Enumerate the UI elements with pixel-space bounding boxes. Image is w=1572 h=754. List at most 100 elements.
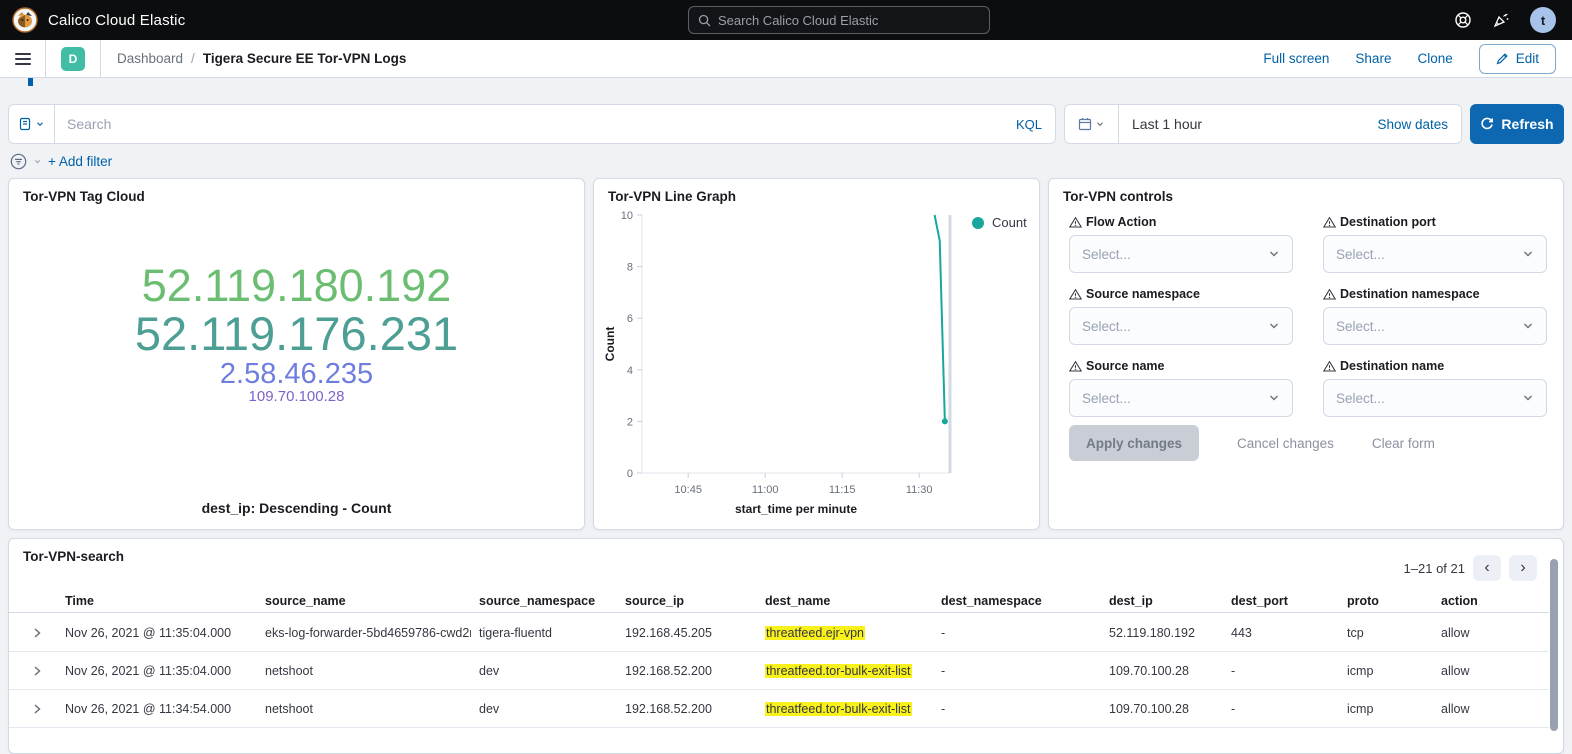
table-scrollbar[interactable] (1550, 559, 1558, 731)
prev-page-button[interactable]: ‹ (1473, 555, 1501, 581)
time-range-value[interactable]: Last 1 hour (1119, 116, 1377, 132)
top-app-bar: Calico Cloud Elastic t (0, 0, 1572, 40)
filter-icon[interactable] (10, 153, 27, 170)
clone-button[interactable]: Clone (1417, 51, 1452, 66)
svg-text:11:30: 11:30 (906, 484, 933, 496)
calico-logo-icon[interactable] (12, 7, 38, 33)
panel-title: Tor-VPN-search (23, 549, 124, 564)
column-header[interactable]: Time (57, 594, 257, 608)
divider (100, 40, 101, 78)
table-cell-time: Nov 26, 2021 @ 11:34:54.000 (57, 702, 257, 716)
apply-changes-button[interactable]: Apply changes (1069, 425, 1199, 461)
table-header-row: Timesource_namesource_namespacesource_ip… (9, 589, 1549, 613)
app-title: Calico Cloud Elastic (48, 12, 185, 29)
table-cell-dest_namespace: - (933, 702, 1101, 716)
add-filter-button[interactable]: + Add filter (48, 154, 112, 169)
table-cell-source_ip: 192.168.52.200 (617, 702, 757, 716)
table-cell-source_namespace: tigera-fluentd (471, 626, 617, 640)
column-header[interactable]: action (1433, 594, 1549, 608)
svg-text:start_time per minute: start_time per minute (735, 502, 857, 516)
search-icon (698, 14, 711, 27)
table-cell-dest_port: - (1223, 664, 1339, 678)
breadcrumb: Dashboard / Tigera Secure EE Tor-VPN Log… (117, 51, 406, 66)
tag-cloud-item[interactable]: 52.119.180.192 (9, 263, 584, 310)
control-select[interactable]: Select... (1323, 307, 1547, 345)
table-cell-source_name: netshoot (257, 664, 471, 678)
time-range-picker: Last 1 hour Show dates (1064, 104, 1462, 144)
kql-toggle[interactable]: KQL (1016, 117, 1042, 132)
column-header[interactable]: proto (1339, 594, 1433, 608)
clear-form-button[interactable]: Clear form (1372, 436, 1435, 451)
edit-button[interactable]: Edit (1479, 44, 1556, 74)
expand-row-icon (31, 665, 43, 677)
control-select[interactable]: Select... (1069, 307, 1293, 345)
column-header[interactable]: dest_ip (1101, 594, 1223, 608)
svg-text:11:15: 11:15 (829, 484, 856, 496)
column-header[interactable]: source_namespace (471, 594, 617, 608)
expand-row-icon (31, 703, 43, 715)
legend-label: Count (992, 215, 1027, 230)
breadcrumb-separator: / (191, 51, 195, 66)
tag-cloud-item[interactable]: 52.119.176.231 (9, 310, 584, 359)
legend-dot-icon (972, 217, 984, 229)
search-input[interactable] (55, 105, 1016, 143)
share-button[interactable]: Share (1355, 51, 1391, 66)
chevron-down-icon (1522, 392, 1534, 404)
show-dates-button[interactable]: Show dates (1377, 117, 1448, 132)
user-avatar[interactable]: t (1530, 7, 1556, 33)
warning-icon (1069, 216, 1082, 229)
control-label: Source name (1069, 359, 1293, 373)
column-header[interactable]: dest_port (1223, 594, 1339, 608)
controls-grid: Flow ActionSelect... Destination portSele… (1069, 215, 1547, 417)
cancel-changes-button[interactable]: Cancel changes (1237, 436, 1334, 451)
help-icon[interactable] (1454, 11, 1472, 29)
refresh-button[interactable]: Refresh (1470, 104, 1564, 144)
column-header[interactable]: source_ip (617, 594, 757, 608)
page-title: Tigera Secure EE Tor-VPN Logs (203, 51, 407, 66)
news-icon[interactable] (1492, 11, 1510, 29)
table-cell-source_ip: 192.168.45.205 (617, 626, 757, 640)
pagination-label: 1–21 of 21 (1404, 561, 1465, 576)
menu-icon[interactable] (15, 53, 31, 65)
breadcrumb-dashboard[interactable]: Dashboard (117, 51, 183, 66)
chevron-down-icon (35, 119, 45, 129)
space-avatar[interactable]: D (61, 47, 85, 71)
chevron-down-icon[interactable] (33, 157, 42, 166)
table-cell-source_namespace: dev (471, 664, 617, 678)
table-cell-dest_namespace: - (933, 664, 1101, 678)
table-cell-action: allow (1433, 664, 1549, 678)
svg-text:4: 4 (627, 365, 633, 377)
tag-cloud-caption: dest_ip: Descending - Count (9, 500, 584, 516)
control-field: Flow ActionSelect... (1069, 215, 1293, 273)
control-select[interactable]: Select... (1069, 379, 1293, 417)
full-screen-button[interactable]: Full screen (1263, 51, 1329, 66)
next-page-button[interactable]: › (1509, 555, 1537, 581)
column-header[interactable]: source_name (257, 594, 471, 608)
chevron-down-icon (1268, 320, 1280, 332)
tag-cloud-item[interactable]: 2.58.46.235 (9, 359, 584, 389)
control-field: Destination namespaceSelect... (1323, 287, 1547, 345)
table-cell-dest_port: 443 (1223, 626, 1339, 640)
global-search-input[interactable] (718, 13, 980, 28)
chart-legend[interactable]: Count (972, 215, 1027, 230)
tag-cloud: 52.119.180.19252.119.176.2312.58.46.2351… (9, 263, 584, 404)
column-header[interactable]: dest_name (757, 594, 933, 608)
expand-row-button[interactable] (9, 665, 57, 677)
table-body: Nov 26, 2021 @ 11:35:04.000eks-log-forwa… (9, 614, 1549, 728)
table-cell-source_ip: 192.168.52.200 (617, 664, 757, 678)
global-search[interactable] (688, 6, 990, 34)
date-quick-menu-button[interactable] (1065, 105, 1119, 143)
control-select[interactable]: Select... (1069, 235, 1293, 273)
table-cell-time: Nov 26, 2021 @ 11:35:04.000 (57, 664, 257, 678)
control-select[interactable]: Select... (1323, 379, 1547, 417)
saved-query-menu-button[interactable] (9, 105, 55, 143)
table-row: Nov 26, 2021 @ 11:34:54.000netshootdev19… (9, 690, 1549, 728)
table-cell-action: allow (1433, 626, 1549, 640)
expand-row-button[interactable] (9, 703, 57, 715)
control-field: Destination portSelect... (1323, 215, 1547, 273)
highlighted-value: threatfeed.tor-bulk-exit-list (765, 664, 912, 678)
control-select[interactable]: Select... (1323, 235, 1547, 273)
column-header[interactable]: dest_namespace (933, 594, 1101, 608)
expand-row-button[interactable] (9, 627, 57, 639)
tag-cloud-item[interactable]: 109.70.100.28 (9, 389, 584, 405)
